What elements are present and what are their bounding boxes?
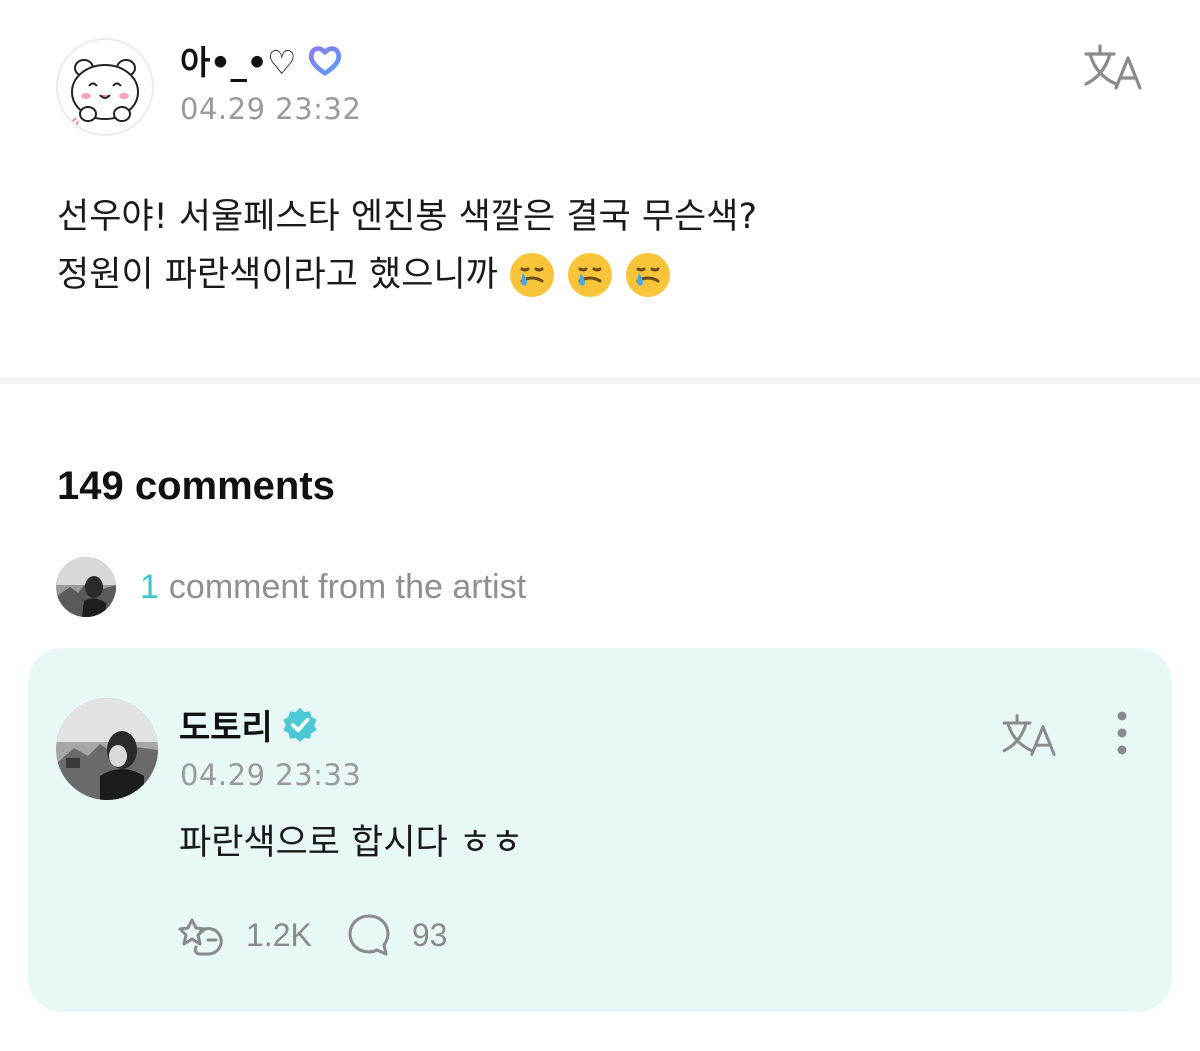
artist-comment-count: 1 xyxy=(140,567,159,606)
holding-back-tears-icon xyxy=(625,253,670,297)
translate-button[interactable] xyxy=(1082,40,1146,94)
more-vertical-icon xyxy=(1117,711,1127,755)
like-count: 1.2K xyxy=(246,916,312,953)
artist-comment-card: 도토리 04.29 23:33 파란색으로 합시다 ㅎㅎ 1.2K 93 xyxy=(28,648,1172,1012)
post-body: 선우야! 서울페스타 엔진봉 색깔은 결국 무슨색? 정원이 파란색이라고 했으… xyxy=(57,188,1137,304)
like-button[interactable]: 1.2K xyxy=(178,910,312,960)
heart-badge-icon xyxy=(309,46,342,76)
reply-button[interactable]: 93 xyxy=(344,910,448,960)
comment-more-button[interactable] xyxy=(1110,708,1134,758)
verified-check-icon xyxy=(283,707,317,742)
post-author-name-row: 아•_•♡ xyxy=(180,38,344,82)
section-divider xyxy=(0,378,1200,384)
comment-author-name[interactable]: 도토리 xyxy=(179,700,273,749)
post-timestamp: 04.29 23:32 xyxy=(180,92,362,126)
comment-timestamp: 04.29 23:33 xyxy=(180,758,362,792)
comment-translate-button[interactable] xyxy=(1000,710,1060,760)
post-body-text-1: 선우야! 서울페스타 엔진봉 색깔은 결국 무슨색? xyxy=(57,197,758,237)
artist-comment-label-text: comment from the artist xyxy=(168,567,527,606)
comment-author-row: 도토리 xyxy=(179,700,319,749)
translate-icon xyxy=(1084,44,1142,90)
comment-text: 파란색으로 합시다 ㅎㅎ xyxy=(179,823,524,863)
bear-avatar-icon xyxy=(71,59,139,127)
artist-photo-icon xyxy=(56,557,116,617)
artist-comments-label: 1 comment from the artist xyxy=(140,568,526,607)
cheer-icon xyxy=(178,918,223,956)
post-author-avatar[interactable] xyxy=(56,38,154,136)
post-body-line-1: 선우야! 서울페스타 엔진봉 색깔은 결국 무슨색? xyxy=(57,188,1137,246)
holding-back-tears-icon xyxy=(509,253,554,297)
comment-actions: 1.2K 93 xyxy=(178,910,447,960)
post-author-name[interactable]: 아•_•♡ xyxy=(180,36,297,84)
post-body-line-2: 정원이 파란색이라고 했으니까 xyxy=(57,246,1137,304)
post-body-text-2: 정원이 파란색이라고 했으니까 xyxy=(57,255,498,295)
holding-back-tears-icon xyxy=(567,253,612,297)
artist-comments-link[interactable]: 1 comment from the artist xyxy=(56,557,526,617)
artist-avatar[interactable] xyxy=(56,698,158,800)
comments-count-heading: 149 comments xyxy=(57,464,335,508)
translate-icon xyxy=(1002,714,1056,756)
artist-photo-icon xyxy=(56,698,158,800)
reply-count: 93 xyxy=(411,916,448,953)
speech-bubble-icon xyxy=(348,914,390,956)
artist-mini-avatar xyxy=(56,557,116,617)
